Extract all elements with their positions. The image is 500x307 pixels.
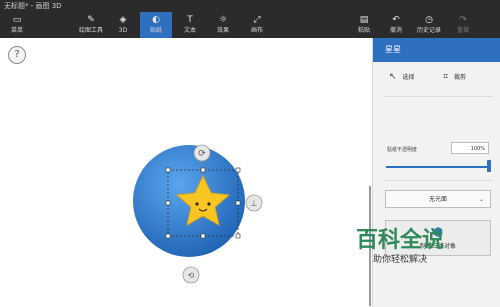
brush-icon: ✎: [87, 15, 95, 25]
redo-icon: ↷: [459, 15, 467, 25]
opacity-slider[interactable]: [386, 166, 490, 168]
finish-dropdown[interactable]: 无光面 ⌄: [385, 190, 491, 208]
rotate-z-handle[interactable]: ⟳: [193, 144, 211, 162]
undo-button[interactable]: ↶ 撤消: [382, 12, 410, 38]
rotate-back-icon: ⟲: [188, 271, 195, 280]
sun-icon: ☼: [218, 15, 228, 25]
select-button[interactable]: ↖ 选择: [389, 68, 414, 86]
text-label: 文本: [183, 27, 196, 34]
panel-header: 星星: [373, 38, 500, 62]
undo-icon: ↶: [392, 15, 400, 25]
resize-icon: ⤢: [253, 15, 261, 25]
help-icon: ?: [14, 49, 20, 60]
text-icon: T: [187, 15, 193, 25]
drawing-canvas[interactable]: ⟳ ⊥ ⟲: [0, 38, 372, 307]
canvas-artwork: ⟳ ⊥ ⟲: [133, 144, 263, 284]
opacity-label: 贴纸不透明度: [387, 147, 418, 153]
cube-icon: ◈: [119, 15, 127, 25]
stickers-label: 贴纸: [149, 27, 162, 34]
star-left-eye: [195, 202, 199, 206]
panel-divider-2: [383, 180, 493, 181]
rotate-icon: ⟳: [198, 149, 206, 159]
canvas-tab[interactable]: ⤢ 画布: [242, 12, 272, 38]
crop-icon: ⌗: [443, 72, 449, 82]
paste-label: 粘贴: [357, 27, 370, 34]
brushes-label: 绘图工具: [78, 27, 103, 34]
star-right-eye: [207, 202, 211, 206]
undo-label: 撤消: [389, 27, 402, 34]
effects-tab[interactable]: ☼ 效果: [208, 12, 238, 38]
menu-label: 菜单: [10, 27, 23, 34]
folder-icon: ▭: [12, 15, 22, 25]
help-button[interactable]: ?: [8, 46, 26, 64]
text-tab[interactable]: T 文本: [176, 12, 204, 38]
opacity-slider-thumb[interactable]: [487, 160, 491, 172]
crop-button[interactable]: ⌗ 裁剪: [443, 68, 466, 86]
menu-button[interactable]: ▭ 菜单: [4, 12, 30, 38]
effects-label: 效果: [216, 27, 229, 34]
history-button[interactable]: ◷ 历史记录: [412, 12, 446, 38]
history-label: 历史记录: [416, 27, 441, 34]
shapes-3d-tab[interactable]: ◈ 3D: [110, 12, 136, 38]
watermark-main: 百科全说: [355, 228, 444, 253]
watermark-sub: 助你轻松解决: [372, 255, 427, 265]
stickers-tab[interactable]: ◐ 贴纸: [140, 12, 172, 38]
panel-divider: [383, 96, 493, 97]
window-title: 无标题* - 画图 3D: [4, 2, 62, 10]
redo-label: 重做: [456, 27, 469, 34]
paste-button[interactable]: ▤ 粘贴: [350, 12, 378, 38]
cursor-icon: ↖: [389, 72, 397, 82]
brushes-tab[interactable]: ✎ 绘图工具: [72, 12, 110, 38]
select-label: 选择: [402, 74, 415, 81]
panel-title: 星星: [385, 45, 401, 54]
rotate-y-handle[interactable]: ⟲: [182, 266, 200, 284]
main-toolbar: ▭ 菜单 ✎ 绘图工具 ◈ 3D ◐ 贴纸 T 文本 ☼ 效果 ⤢ 画布 ▤ 粘…: [0, 12, 500, 38]
opacity-input[interactable]: 100%: [451, 142, 489, 154]
stamp-handle[interactable]: ⊥: [245, 194, 263, 212]
history-icon: ◷: [425, 15, 433, 25]
sticker-icon: ◐: [152, 15, 160, 25]
crop-label: 裁剪: [454, 74, 467, 81]
stamp-icon: ⊥: [251, 199, 258, 208]
finish-value: 无光面: [428, 196, 447, 203]
watermark: 百科全说 助你轻松解决: [336, 228, 464, 266]
shapes-3d-label: 3D: [118, 27, 128, 34]
sticker-panel: 星星 ↖ 选择 ⌗ 裁剪 贴纸不透明度 100% 无光面 ⌄ ⬢ 制作三维对象: [372, 38, 500, 307]
title-bar: 无标题* - 画图 3D: [0, 0, 500, 12]
clipboard-icon: ▤: [359, 15, 369, 25]
redo-button[interactable]: ↷ 重做: [450, 12, 476, 38]
canvas-label: 画布: [250, 27, 263, 34]
chevron-down-icon: ⌄: [478, 196, 484, 203]
